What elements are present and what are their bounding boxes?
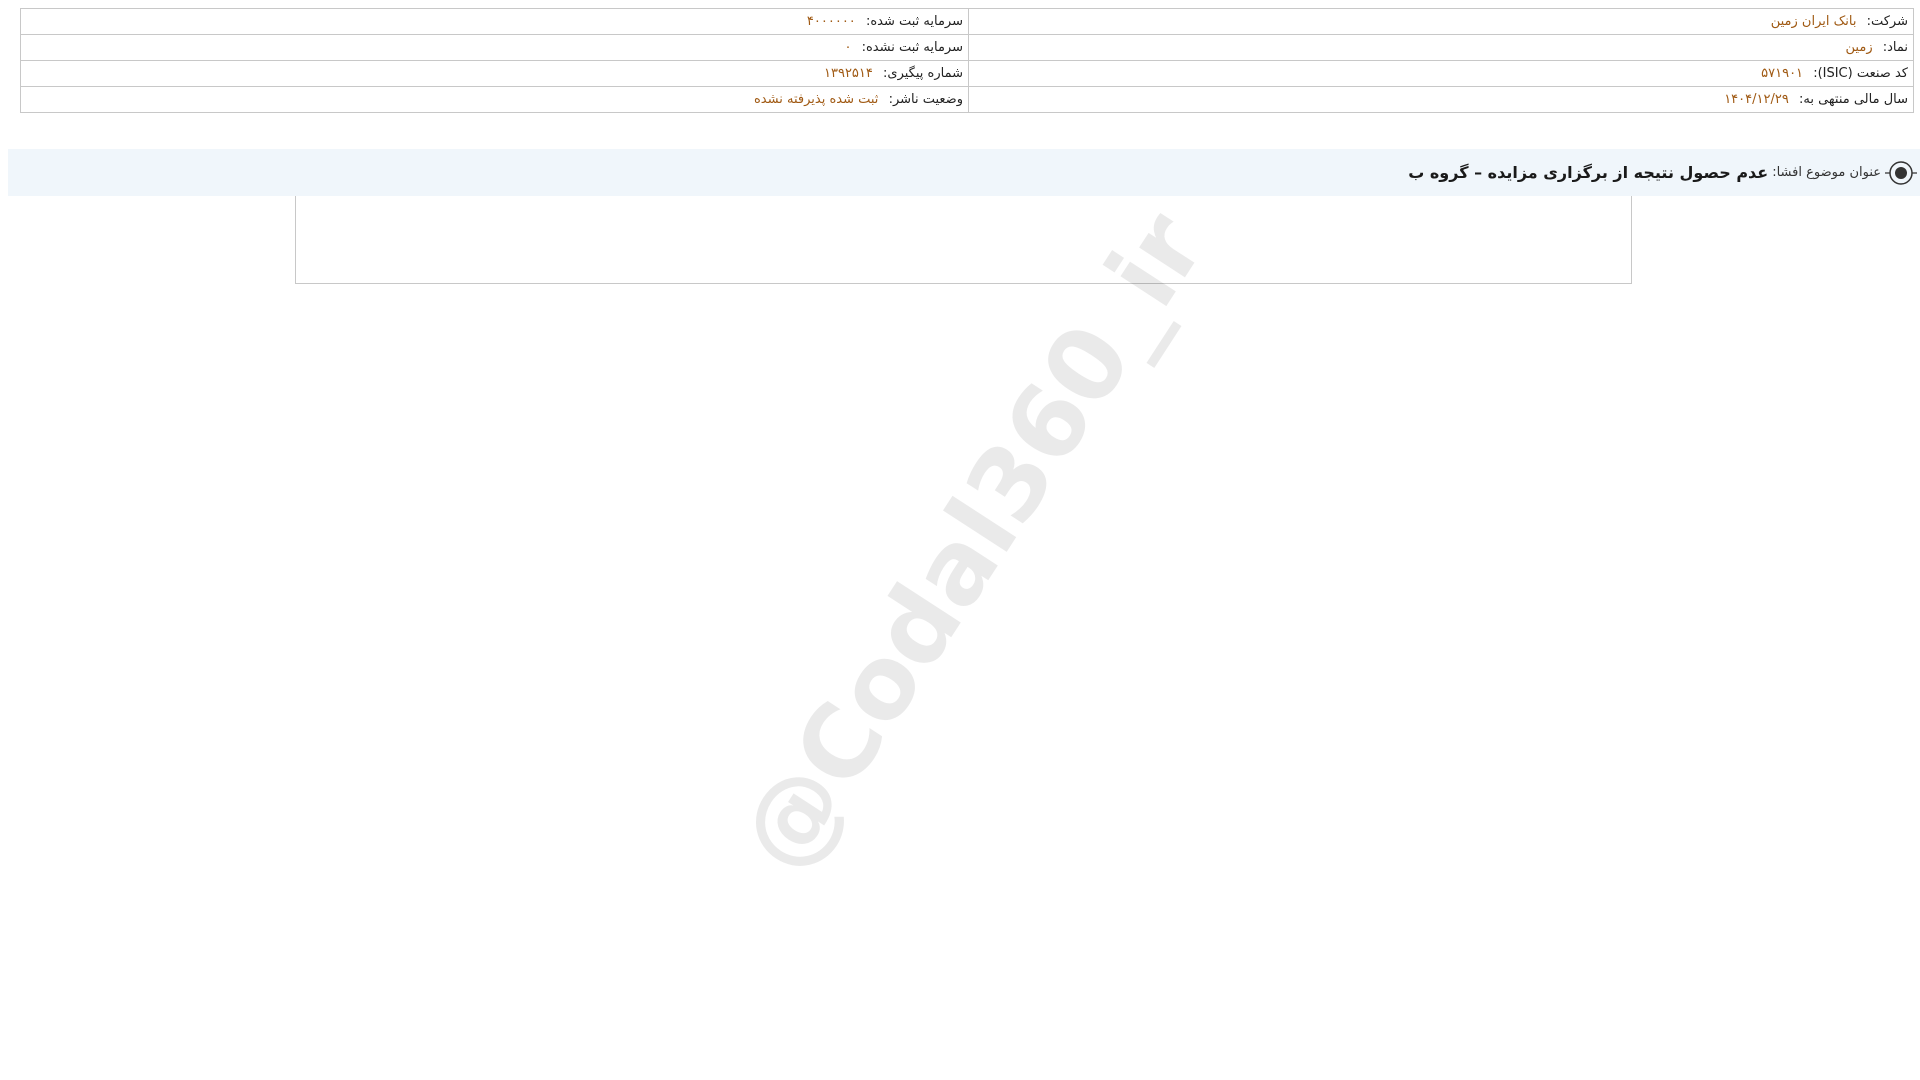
isic-cell: کد صنعت (ISIC): ۵۷۱۹۰۱ — [968, 60, 1914, 87]
publisher-status-label: وضعیت ناشر: — [888, 92, 963, 107]
disclosure-title-label: عنوان موضوع افشا: — [1772, 165, 1881, 180]
info-row: کد صنعت (ISIC): ۵۷۱۹۰۱ شماره پیگیری: ۱۳۹… — [20, 60, 1914, 87]
company-info-table: شرکت: بانک ایران زمین سرمایه ثبت شده: ۴۰… — [20, 8, 1914, 113]
registered-capital-cell: سرمایه ثبت شده: ۴۰۰۰۰۰۰ — [20, 8, 969, 35]
company-cell: شرکت: بانک ایران زمین — [968, 8, 1914, 35]
tracking-number-label: شماره پیگیری: — [883, 66, 963, 81]
info-row: نماد: زمین سرمایه ثبت نشده: ۰ — [20, 34, 1914, 61]
isic-value: ۵۷۱۹۰۱ — [1761, 66, 1804, 81]
registered-capital-label: سرمایه ثبت شده: — [865, 14, 963, 29]
registered-capital-value: ۴۰۰۰۰۰۰ — [806, 14, 856, 29]
publisher-status-value: ثبت شده پذیرفته نشده — [754, 92, 879, 107]
unregistered-capital-value: ۰ — [844, 40, 852, 55]
tracking-number-cell: شماره پیگیری: ۱۳۹۲۵۱۴ — [20, 60, 969, 87]
fiscal-year-label: سال مالی منتهی به: — [1798, 92, 1908, 107]
target-icon — [1885, 157, 1917, 189]
company-label: شرکت: — [1866, 14, 1908, 29]
symbol-cell: نماد: زمین — [968, 34, 1914, 61]
disclosure-title: عدم حصول نتیجه از برگزاری مزایده – گروه … — [1408, 163, 1769, 182]
unregistered-capital-cell: سرمایه ثبت نشده: ۰ — [20, 34, 969, 61]
disclosure-content-box — [295, 196, 1632, 284]
tracking-number-value: ۱۳۹۲۵۱۴ — [824, 66, 873, 81]
fiscal-year-cell: سال مالی منتهی به: ۱۴۰۴/۱۲/۲۹ — [968, 86, 1914, 113]
fiscal-year-value: ۱۴۰۴/۱۲/۲۹ — [1724, 92, 1789, 107]
publisher-status-cell: وضعیت ناشر: ثبت شده پذیرفته نشده — [20, 86, 969, 113]
info-row: شرکت: بانک ایران زمین سرمایه ثبت شده: ۴۰… — [20, 8, 1914, 35]
isic-label: کد صنعت (ISIC): — [1813, 66, 1908, 81]
symbol-label: نماد: — [1882, 40, 1908, 55]
unregistered-capital-label: سرمایه ثبت نشده: — [861, 40, 963, 55]
symbol-value: زمین — [1845, 40, 1873, 55]
disclosure-title-bar: عنوان موضوع افشا: عدم حصول نتیجه از برگز… — [8, 149, 1920, 196]
watermark-text: @Codal360_ir — [716, 192, 1228, 892]
info-row: سال مالی منتهی به: ۱۴۰۴/۱۲/۲۹ وضعیت ناشر… — [20, 86, 1914, 113]
company-value: بانک ایران زمین — [1770, 14, 1857, 29]
